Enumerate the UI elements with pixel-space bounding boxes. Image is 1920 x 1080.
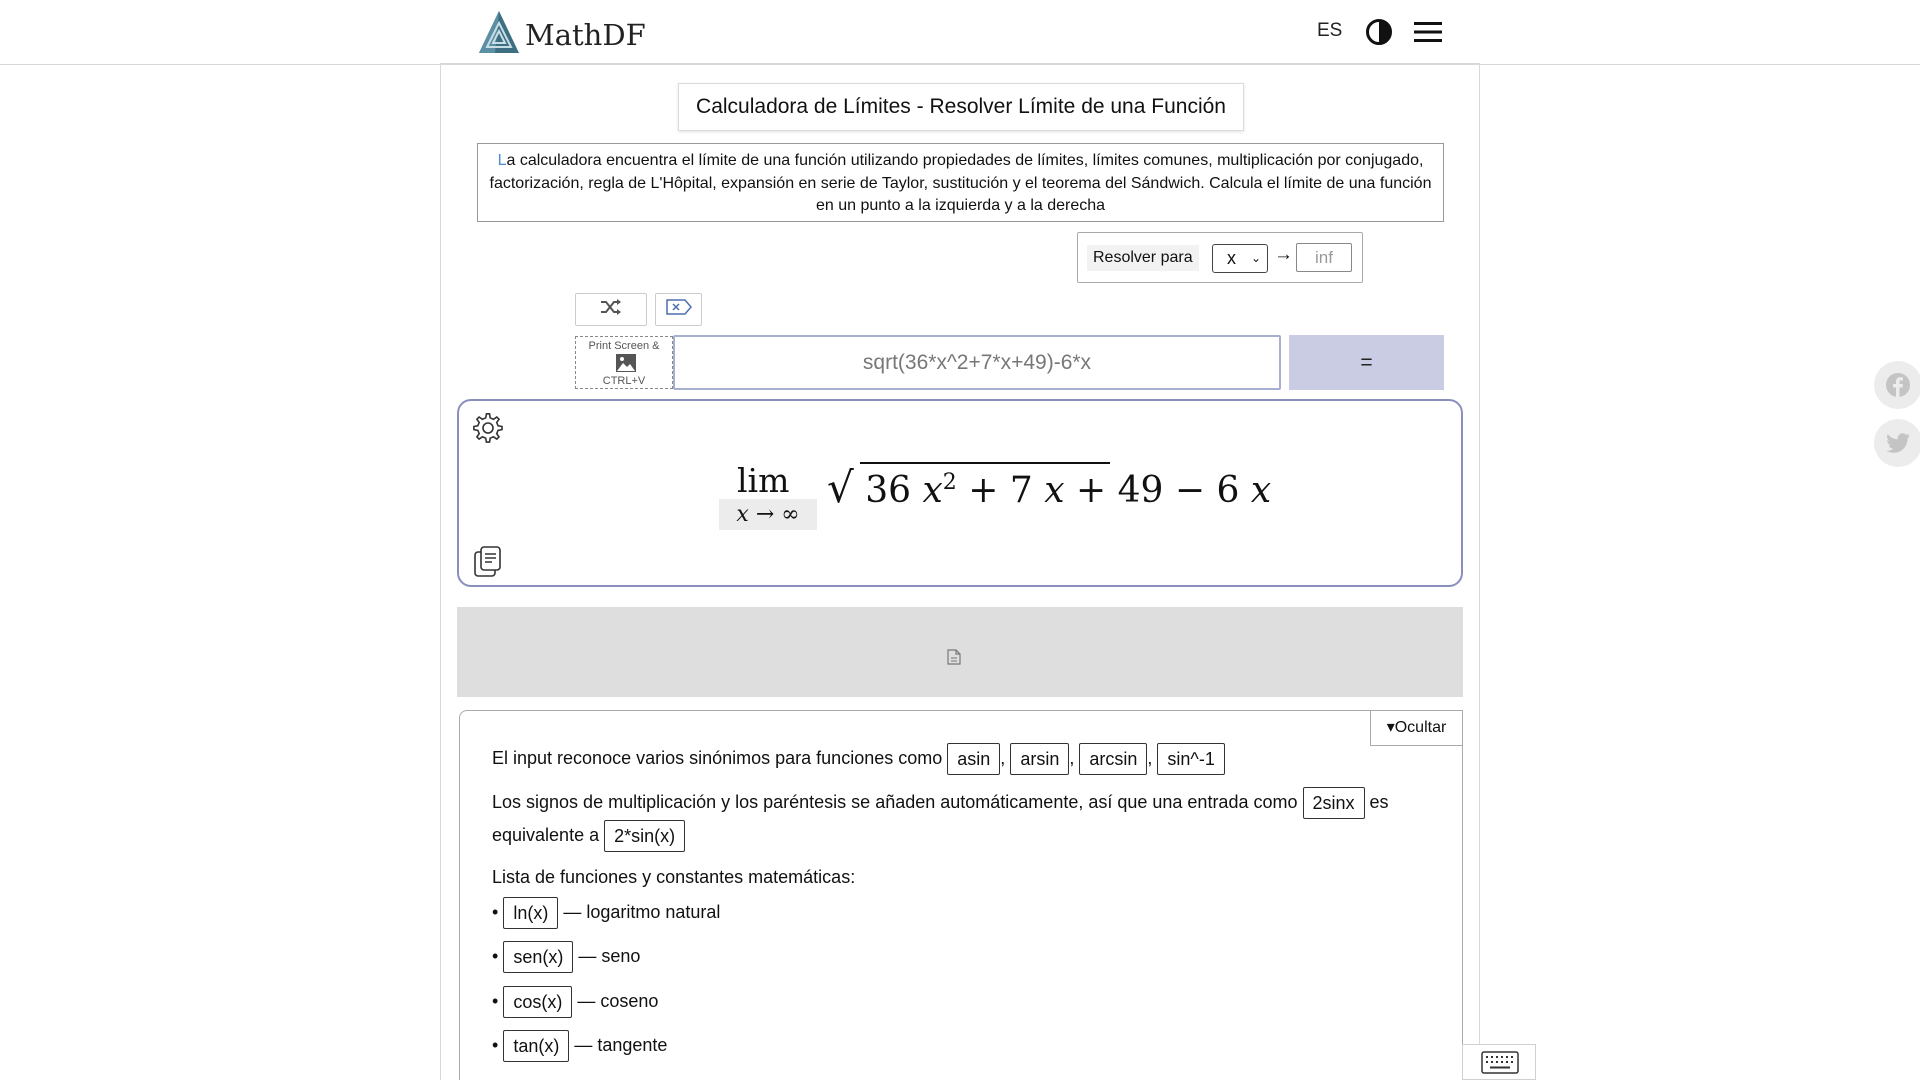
facebook-share-button[interactable]: [1874, 361, 1920, 409]
synonym-separator: ,: [1147, 747, 1153, 768]
limit-point: ∞: [781, 502, 800, 527]
multiplication-row: Los signos de multiplicación y los parén…: [492, 787, 1389, 819]
function-description: — seno: [578, 945, 641, 966]
function-list-item: • ln(x) — logaritmo natural: [492, 897, 720, 929]
list-bullet: •: [492, 1034, 499, 1055]
paste-label-bottom: CTRL+V: [602, 375, 646, 387]
equivalent-row: equivalente a 2*sin(x): [492, 820, 686, 852]
shuffle-button[interactable]: [575, 293, 647, 326]
twitter-share-button[interactable]: [1874, 419, 1920, 467]
solve-for-panel: Resolver para x ⌄ → inf: [1077, 232, 1363, 283]
chevron-down-icon: ⌄: [1250, 251, 1261, 265]
multiplication-text-2: es: [1369, 791, 1389, 812]
image-icon: [616, 354, 636, 375]
paste-image-zone[interactable]: Print Screen & CTRL+V: [575, 336, 673, 389]
multiplication-text: Los signos de multiplicación y los parén…: [492, 791, 1298, 812]
synonym-chip[interactable]: arcsin: [1079, 743, 1148, 775]
expression-input[interactable]: sqrt(36*x^2+7*x+49)-6*x: [673, 335, 1281, 390]
function-list-item: • cos(x) — coseno: [492, 986, 658, 1018]
formula-preview: lim x → ∞ √ 36 x2 + 7 x + 49 − 6 x: [457, 399, 1463, 587]
shuffle-icon: [600, 299, 622, 320]
synonyms-text: El input reconoce varios sinónimos para …: [492, 747, 943, 768]
function-chip[interactable]: sen(x): [503, 941, 574, 973]
limit-formula[interactable]: lim x → ∞ √ 36 x2 + 7 x + 49 − 6 x: [719, 451, 1271, 531]
synonym-chip[interactable]: asin: [947, 743, 1001, 775]
example-chip[interactable]: 2sinx: [1302, 787, 1365, 819]
term-variable: x: [922, 470, 943, 511]
term-variable-3: x: [1250, 470, 1272, 511]
term-constant: 49: [1117, 470, 1164, 511]
document-icon: [947, 649, 961, 670]
plus-sign-2: +: [1076, 470, 1107, 511]
limit-subscript: x → ∞: [719, 499, 817, 530]
function-list-item: • sen(x) — seno: [492, 941, 640, 973]
list-bullet: •: [492, 901, 499, 922]
equivalent-text: equivalente a: [492, 824, 600, 845]
input-help-panel: ▾Ocultar El input reconoce varios sinóni…: [459, 710, 1463, 1080]
minus-sign: −: [1174, 470, 1206, 511]
brand-logo[interactable]: MathDF: [473, 9, 646, 60]
language-switch[interactable]: ES: [1317, 20, 1342, 42]
clear-input-button[interactable]: [655, 293, 702, 326]
site-header: MathDF ES: [440, 0, 1480, 64]
sqrt-symbol: √: [827, 463, 854, 512]
example-chip[interactable]: 2*sin(x): [604, 820, 686, 852]
synonym-separator: ,: [1000, 747, 1006, 768]
gear-icon[interactable]: [472, 412, 504, 449]
term-coefficient-3: 6: [1216, 470, 1240, 511]
term-coefficient-2: 7: [1009, 470, 1033, 511]
page-title: Calculadora de Límites - Resolver Límite…: [678, 83, 1244, 131]
copy-icon[interactable]: [473, 545, 503, 582]
mathdf-logo-icon: [473, 9, 521, 60]
variable-select-value: x: [1227, 248, 1236, 268]
calculate-button[interactable]: =: [1289, 335, 1444, 390]
virtual-keyboard-toggle[interactable]: [1462, 1044, 1536, 1080]
function-chip[interactable]: ln(x): [503, 897, 559, 929]
solve-for-label: Resolver para: [1087, 245, 1199, 271]
limit-point-input[interactable]: inf: [1296, 243, 1352, 272]
term-coefficient: 36: [865, 470, 912, 511]
list-bullet: •: [492, 945, 499, 966]
hamburger-menu-icon[interactable]: [1414, 18, 1442, 51]
function-description: — coseno: [577, 990, 659, 1011]
limit-variable: x: [736, 502, 749, 527]
synonym-chip[interactable]: sin^-1: [1157, 743, 1225, 775]
brand-name: MathDF: [525, 17, 646, 52]
header-divider: [0, 64, 1920, 65]
function-list-item: • tan(x) — tangente: [492, 1030, 667, 1062]
term-variable-2: x: [1044, 470, 1065, 511]
term-exponent: 2: [942, 470, 957, 495]
keyboard-icon: [1481, 1051, 1519, 1080]
paste-label-top: Print Screen &: [588, 340, 660, 352]
clear-input-icon: [665, 299, 692, 320]
variable-select[interactable]: x ⌄: [1212, 244, 1268, 273]
function-description: — tangente: [574, 1034, 668, 1055]
calculator-description: La calculadora encuentra el límite de un…: [477, 143, 1444, 222]
list-bullet: •: [492, 990, 499, 1011]
function-chip[interactable]: tan(x): [503, 1030, 570, 1062]
synonyms-row: El input reconoce varios sinónimos para …: [492, 743, 1225, 775]
description-text: a calculadora encuentra el límite de una…: [489, 152, 1432, 214]
function-chip[interactable]: cos(x): [503, 986, 573, 1018]
approach-arrow: →: [1274, 244, 1293, 265]
hide-help-button[interactable]: ▾Ocultar: [1370, 710, 1463, 746]
function-description: — logaritmo natural: [563, 901, 721, 922]
contrast-icon[interactable]: [1365, 18, 1393, 51]
plus-sign: +: [968, 470, 999, 511]
lim-word: lim: [737, 461, 790, 500]
limit-expression: √ 36 x2 + 7 x + 49 − 6 x: [827, 463, 1271, 512]
synonym-separator: ,: [1069, 747, 1075, 768]
limit-arrow: →: [755, 502, 775, 527]
functions-list-title: Lista de funciones y constantes matemáti…: [492, 867, 856, 887]
synonym-chip[interactable]: arsin: [1010, 743, 1070, 775]
ad-placeholder: [457, 607, 1463, 697]
